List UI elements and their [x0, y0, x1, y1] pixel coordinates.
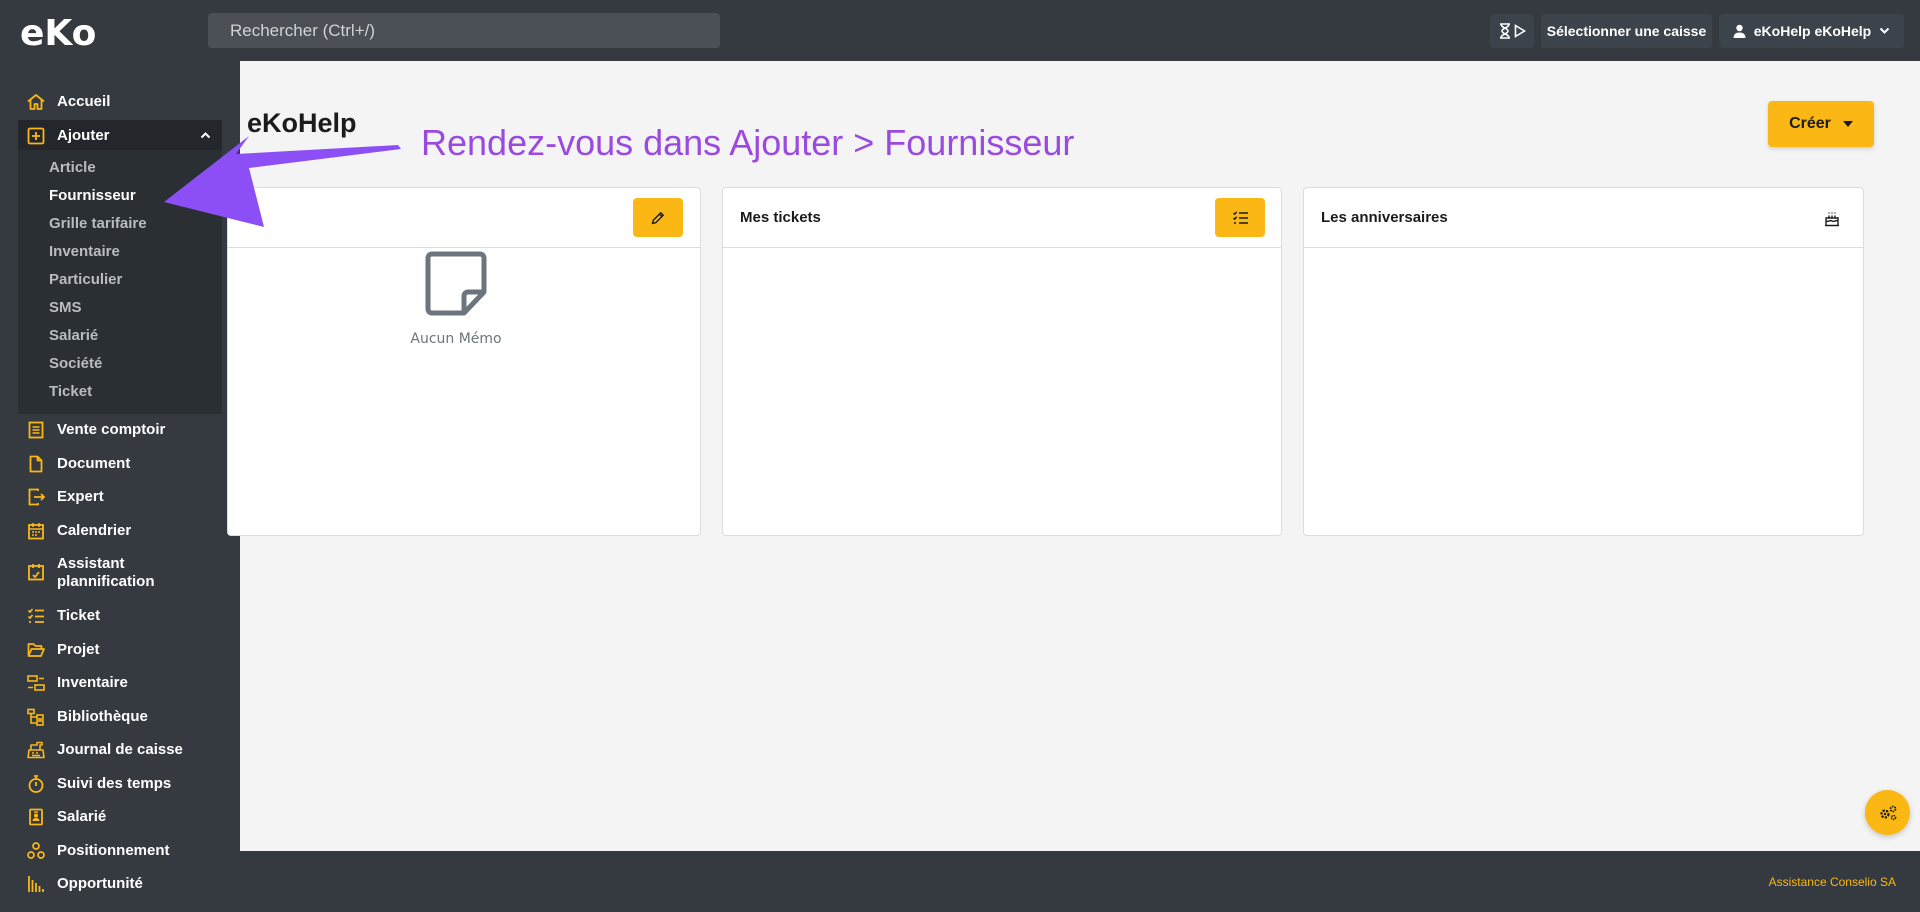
sidebar-item-bibliotheque[interactable]: Bibliothèque — [18, 707, 222, 727]
sub-item-salarie[interactable]: Salarié — [49, 327, 98, 344]
birthdays-card-title: Les anniversaires — [1321, 209, 1448, 226]
sidebar: Article Fournisseur Grille tarifaire Inv… — [0, 61, 240, 912]
search-input[interactable] — [208, 13, 720, 48]
cash-register-icon — [26, 740, 46, 760]
sidebar-item-journal-de-caisse[interactable]: Journal de caisse — [18, 740, 222, 760]
sub-item-grille-tarifaire[interactable]: Grille tarifaire — [49, 215, 147, 232]
sidebar-item-label: Document — [57, 455, 131, 472]
birthday-cake-icon[interactable] — [1822, 208, 1842, 228]
tickets-list-button[interactable] — [1215, 198, 1265, 237]
memo-card-header — [228, 188, 700, 248]
birthdays-card: Les anniversaires — [1303, 187, 1864, 536]
edit-memo-button[interactable] — [633, 198, 683, 237]
id-badge-icon — [26, 807, 46, 827]
tickets-card-header: Mes tickets — [723, 188, 1281, 248]
tutorial-annotation: Rendez-vous dans Ajouter > Fournisseur — [421, 122, 1075, 163]
stopwatch-icon — [26, 774, 46, 794]
tickets-card-title: Mes tickets — [740, 209, 821, 226]
file-icon — [26, 454, 46, 474]
sidebar-item-label: Projet — [57, 641, 100, 658]
caret-down-icon — [1842, 121, 1853, 127]
create-button[interactable]: Créer — [1768, 101, 1874, 147]
sub-item-particulier[interactable]: Particulier — [49, 271, 122, 288]
sidebar-item-label: Salarié — [57, 808, 107, 825]
sub-item-inventaire[interactable]: Inventaire — [49, 243, 120, 260]
sidebar-item-label: Inventaire — [57, 674, 128, 691]
sidebar-item-label: Vente comptoir — [57, 421, 166, 438]
sidebar-item-label: Positionnement — [57, 842, 170, 859]
sidebar-item-accueil[interactable]: Accueil — [18, 92, 222, 112]
sidebar-item-label: Opportunité — [57, 875, 143, 892]
play-icon — [1514, 24, 1526, 38]
sticky-note-icon — [425, 251, 487, 316]
receipt-icon — [26, 420, 46, 440]
sidebar-item-label: Bibliothèque — [57, 708, 148, 725]
hourglass-icon — [1500, 23, 1510, 39]
create-button-label: Créer — [1789, 115, 1831, 132]
memo-card: Aucun Mémo — [227, 187, 701, 536]
chevron-down-icon — [1880, 27, 1890, 34]
sidebar-item-ticket[interactable]: Ticket — [18, 606, 222, 626]
sidebar-item-label: Suivi des temps — [57, 775, 172, 792]
user-menu-button[interactable]: eKoHelp eKoHelp — [1719, 14, 1904, 48]
network-icon — [26, 841, 46, 861]
settings-fab[interactable] — [1865, 790, 1910, 835]
eko-logo[interactable]: eKo — [20, 8, 100, 54]
cogs-icon — [1879, 805, 1896, 820]
sub-item-article[interactable]: Article — [49, 159, 96, 176]
sidebar-item-assistant-plannification[interactable]: Assistant plannification — [18, 555, 168, 591]
empty-memo-text: Aucun Mémo — [410, 331, 502, 347]
select-register-button[interactable]: Sélectionner une caisse — [1541, 14, 1712, 48]
calendar-icon — [26, 521, 46, 541]
sidebar-item-label: Ticket — [57, 607, 101, 624]
sidebar-item-label: Ajouter — [57, 127, 110, 144]
sidebar-item-inventaire[interactable]: Inventaire — [18, 673, 222, 693]
svg-text:eKo: eKo — [20, 13, 96, 54]
sidebar-item-projet[interactable]: Projet — [18, 640, 222, 660]
sidebar-item-expert[interactable]: Expert — [18, 487, 222, 507]
chart-bars-icon — [26, 874, 46, 894]
sidebar-item-label: Accueil — [57, 93, 111, 110]
footer: Assistance Conselio SA — [240, 851, 1920, 912]
plus-square-icon — [26, 126, 46, 146]
sidebar-item-label: Expert — [57, 488, 104, 505]
sidebar-item-label: Calendrier — [57, 522, 132, 539]
top-bar: eKo Sélectionner une caisse eKoHelp eKoH… — [0, 0, 1920, 61]
chevron-up-icon — [200, 132, 211, 139]
list-check-icon — [1232, 210, 1248, 224]
sidebar-item-vente-comptoir[interactable]: Vente comptoir — [18, 420, 222, 440]
page-title: eKoHelp — [247, 108, 357, 138]
empty-memo: Aucun Mémo — [376, 250, 536, 347]
sidebar-item-label: Journal de caisse — [57, 741, 183, 758]
sidebar-item-suivi-des-temps[interactable]: Suivi des temps — [18, 774, 222, 794]
sub-item-ticket[interactable]: Ticket — [49, 383, 92, 400]
sidebar-item-calendrier[interactable]: Calendrier — [18, 521, 222, 541]
sidebar-item-salarie[interactable]: Salarié — [18, 807, 222, 827]
sub-item-fournisseur[interactable]: Fournisseur — [49, 187, 136, 204]
footer-text[interactable]: Assistance Conselio SA — [1769, 875, 1896, 889]
sidebar-item-opportunite[interactable]: Opportunité — [18, 874, 222, 894]
sidebar-item-ajouter[interactable]: Ajouter — [18, 125, 222, 147]
sidebar-item-document[interactable]: Document — [18, 454, 222, 474]
folder-open-icon — [26, 640, 46, 660]
birthdays-card-header: Les anniversaires — [1304, 188, 1863, 248]
list-check-icon — [26, 606, 46, 626]
sitemap-icon — [26, 707, 46, 727]
ajouter-group: Article Fournisseur Grille tarifaire Inv… — [18, 120, 222, 414]
user-icon — [1733, 24, 1746, 38]
timer-button[interactable] — [1490, 14, 1534, 48]
user-name: eKoHelp eKoHelp — [1753, 23, 1872, 39]
sidebar-item-positionnement[interactable]: Positionnement — [18, 841, 222, 861]
home-icon — [26, 92, 46, 112]
boxes-icon — [26, 673, 46, 693]
pencil-icon — [651, 211, 664, 224]
sub-item-societe[interactable]: Société — [49, 355, 102, 372]
calendar-check-icon — [26, 562, 46, 582]
export-icon — [26, 487, 46, 507]
sub-item-sms[interactable]: SMS — [49, 299, 82, 316]
tickets-card: Mes tickets — [722, 187, 1282, 536]
sidebar-item-label: Assistant plannification — [57, 555, 155, 590]
